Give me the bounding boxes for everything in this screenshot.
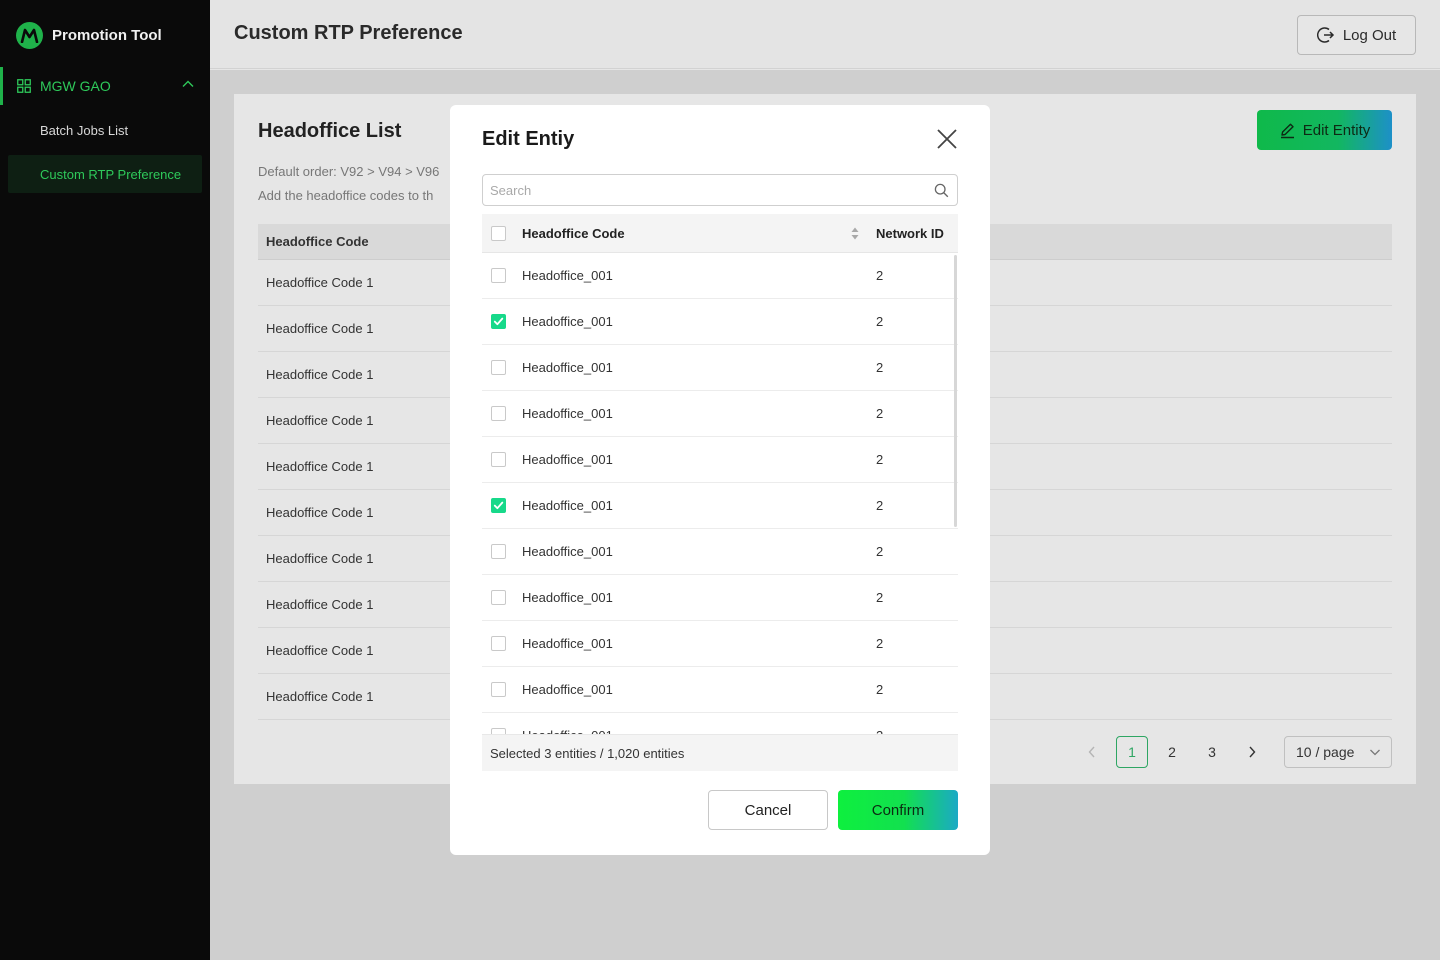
cell-headoffice-code: Headoffice_001 <box>522 544 613 559</box>
row-checkbox[interactable] <box>491 268 506 283</box>
checkmark-icon <box>493 317 504 326</box>
row-checkbox[interactable] <box>491 498 506 513</box>
edit-entity-modal: Edit Entiy Headoffice Code Network ID He… <box>450 105 990 855</box>
cell-network-id: 2 <box>876 682 884 697</box>
table-row[interactable]: Headoffice_001 2 <box>482 437 958 483</box>
checkmark-icon <box>493 501 504 510</box>
entity-table: Headoffice Code Network ID Headoffice_00… <box>482 214 958 734</box>
cell-headoffice-code: Headoffice_001 <box>522 498 613 513</box>
table-scrollbar[interactable] <box>954 255 957 527</box>
select-all-checkbox[interactable] <box>491 226 506 241</box>
table-row[interactable]: Headoffice_0012 <box>482 713 958 734</box>
row-checkbox[interactable] <box>491 682 506 697</box>
row-checkbox[interactable] <box>491 406 506 421</box>
cell-network-id: 2 <box>876 636 884 651</box>
table-row[interactable]: Headoffice_001 2 <box>482 575 958 621</box>
close-icon[interactable] <box>936 128 958 150</box>
search-box <box>482 174 958 206</box>
table-row[interactable]: Headoffice_001 2 <box>482 529 958 575</box>
row-checkbox[interactable] <box>491 314 506 329</box>
row-checkbox[interactable] <box>491 360 506 375</box>
cell-network-id: 2 <box>876 268 884 283</box>
cell-network-id: 2 <box>876 544 884 559</box>
modal-title: Edit Entiy <box>482 128 575 150</box>
cell-headoffice-code: Headoffice_001 <box>522 268 613 283</box>
table-row[interactable]: Headoffice_001 2 <box>482 621 958 667</box>
confirm-button[interactable]: Confirm <box>838 790 958 830</box>
column-header-network: Network ID <box>876 225 944 241</box>
table-row[interactable]: Headoffice_001 2 <box>482 667 958 713</box>
cell-network-id: 2 <box>876 590 884 605</box>
entity-table-header: Headoffice Code Network ID <box>482 214 958 253</box>
entity-rows: Headoffice_001 2 Headoffice_001 2 Headoffice… <box>482 253 958 734</box>
cell-headoffice-code: Headoffice_001 <box>522 314 613 329</box>
cell-headoffice-code: Headoffice_001 <box>522 590 613 605</box>
table-row[interactable]: Headoffice_001 2 <box>482 345 958 391</box>
cell-network-id: 2 <box>876 452 884 467</box>
cell-headoffice-code: Headoffice_001 <box>522 682 613 697</box>
cell-headoffice-code: Headoffice_001 <box>522 636 613 651</box>
search-icon[interactable] <box>934 183 949 198</box>
cell-headoffice-code: Headoffice_001 <box>522 360 613 375</box>
sort-icon[interactable] <box>851 227 859 240</box>
table-row[interactable]: Headoffice_001 2 <box>482 299 958 345</box>
row-checkbox[interactable] <box>491 590 506 605</box>
table-row[interactable]: Headoffice_001 2 <box>482 391 958 437</box>
table-row[interactable]: Headoffice_001 2 <box>482 483 958 529</box>
cell-network-id: 2 <box>876 314 884 329</box>
table-row[interactable]: Headoffice_001 2 <box>482 253 958 299</box>
cancel-button[interactable]: Cancel <box>708 790 828 830</box>
cell-network-id: 2 <box>876 498 884 513</box>
selection-summary: Selected 3 entities / 1,020 entities <box>482 734 958 771</box>
search-input[interactable] <box>483 175 923 205</box>
cell-headoffice-code: Headoffice_001 <box>522 452 613 467</box>
row-checkbox[interactable] <box>491 636 506 651</box>
cell-headoffice-code: Headoffice_001 <box>522 406 613 421</box>
cell-network-id: 2 <box>876 406 884 421</box>
row-checkbox[interactable] <box>491 452 506 467</box>
row-checkbox[interactable] <box>491 544 506 559</box>
column-header-code: Headoffice Code <box>522 225 625 241</box>
cell-network-id: 2 <box>876 360 884 375</box>
